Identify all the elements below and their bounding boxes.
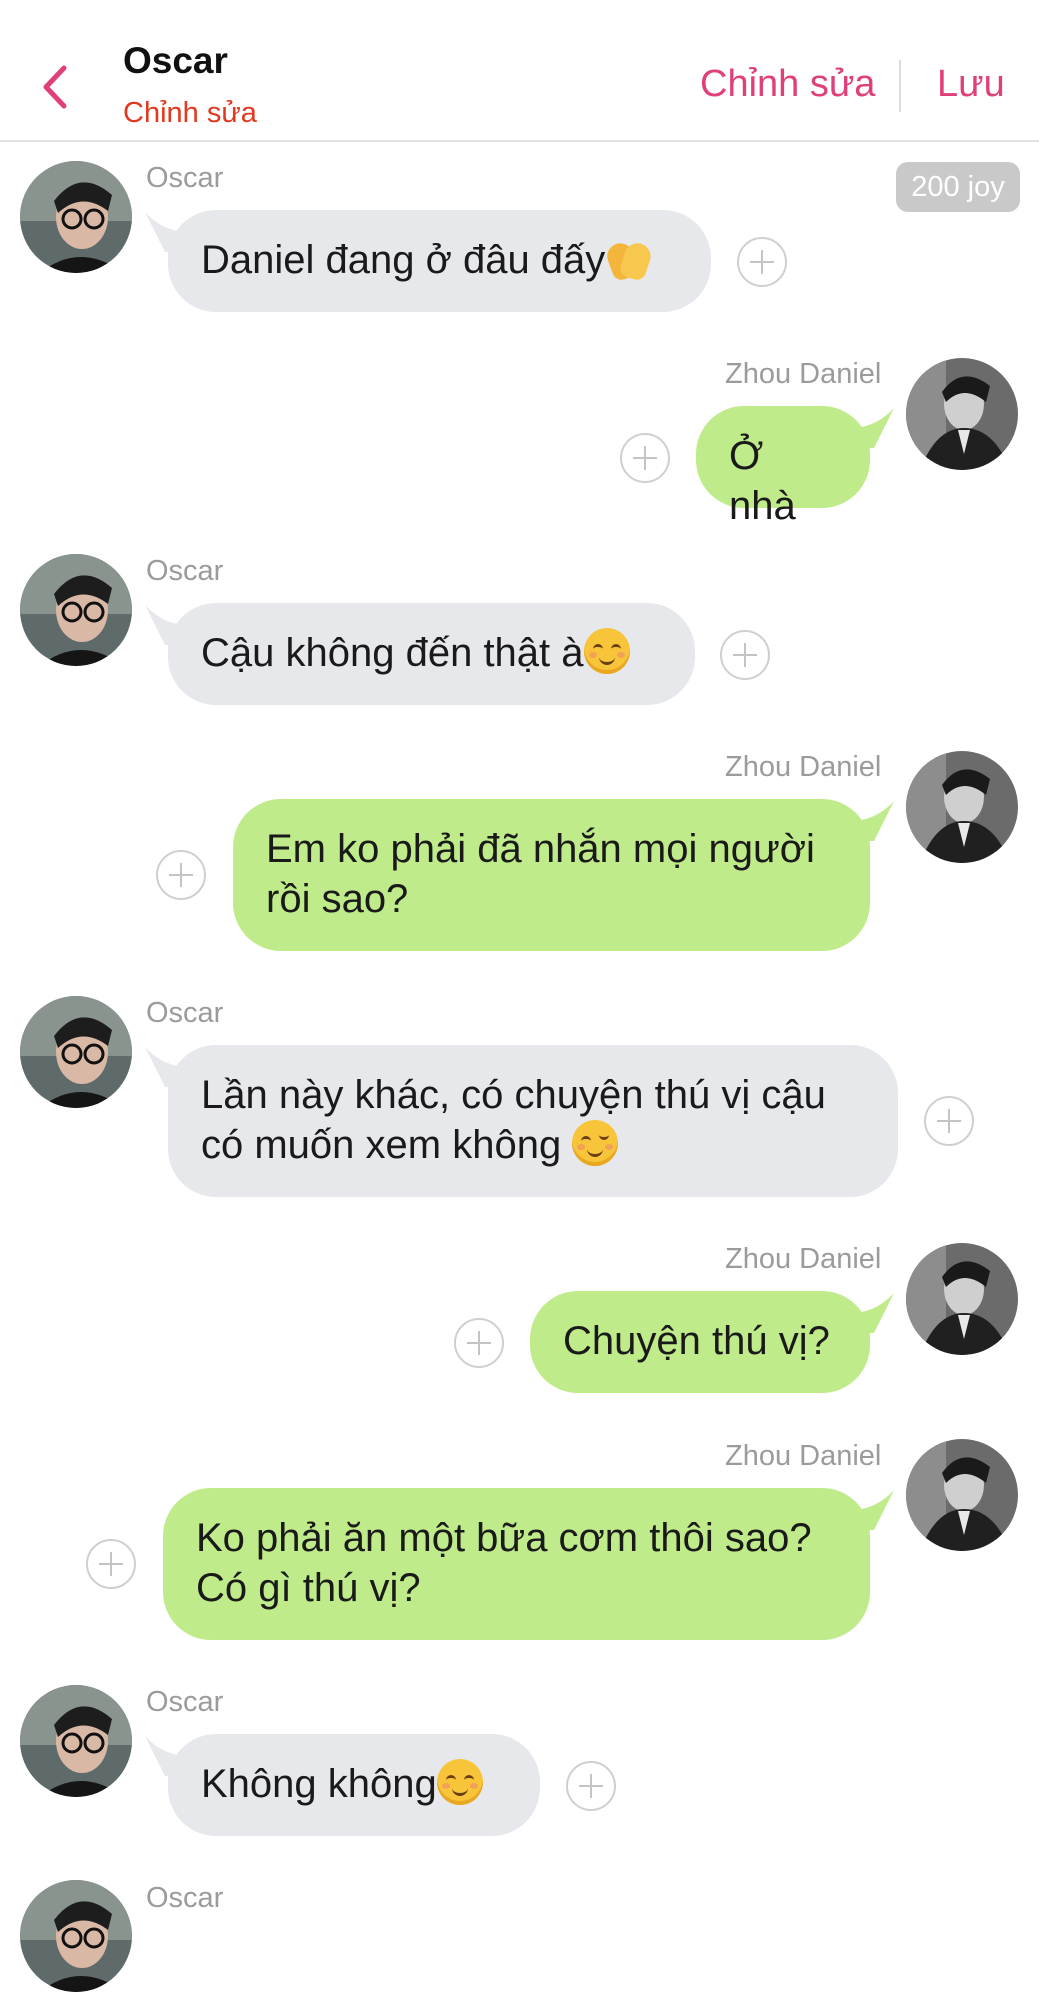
- sender-name: Oscar: [146, 1686, 224, 1718]
- chat-subtitle-edit[interactable]: Chỉnh sửa: [123, 97, 257, 130]
- winking-face-icon: [572, 1120, 619, 1166]
- message-bubble-incoming[interactable]: Daniel đang ở đâu đấy: [168, 210, 711, 312]
- sender-name: Oscar: [146, 162, 224, 194]
- add-reaction-button[interactable]: [86, 1539, 136, 1589]
- avatar-oscar[interactable]: [20, 161, 132, 273]
- message-bubble-outgoing[interactable]: Chuyện thú vị?: [530, 1291, 870, 1393]
- sender-name: Zhou Daniel: [725, 1243, 882, 1275]
- message-bubble-incoming[interactable]: Lần này khác, có chuyện thú vị cậu có mu…: [168, 1045, 898, 1197]
- add-reaction-button[interactable]: [156, 850, 206, 900]
- add-reaction-button[interactable]: [737, 237, 787, 287]
- message-text: Daniel đang ở đâu đấy: [201, 238, 606, 282]
- back-chevron-icon[interactable]: [36, 62, 74, 112]
- avatar-zhou-daniel[interactable]: [906, 1243, 1018, 1355]
- avatar-oscar[interactable]: [20, 1685, 132, 1797]
- message-text: Ở nhà: [729, 434, 796, 528]
- add-reaction-button[interactable]: [566, 1761, 616, 1811]
- avatar-zhou-daniel[interactable]: [906, 1439, 1018, 1551]
- sender-name: Oscar: [146, 997, 224, 1029]
- avatar-oscar[interactable]: [20, 1880, 132, 1992]
- message-bubble-incoming[interactable]: Không không: [168, 1734, 540, 1836]
- avatar-zhou-daniel[interactable]: [906, 751, 1018, 863]
- message-text: Cậu không đến thật à: [201, 631, 584, 675]
- avatar-zhou-daniel[interactable]: [906, 358, 1018, 470]
- message-bubble-outgoing[interactable]: Em ko phải đã nhắn mọi người rồi sao?: [233, 799, 870, 951]
- sender-name: Zhou Daniel: [725, 358, 882, 390]
- avatar-oscar[interactable]: [20, 996, 132, 1108]
- sender-name: Zhou Daniel: [725, 1440, 882, 1472]
- message-bubble-outgoing[interactable]: Ở nhà: [696, 406, 870, 528]
- sender-name: Oscar: [146, 1882, 224, 1914]
- edit-button[interactable]: Chỉnh sửa: [700, 63, 875, 106]
- clapping-hands-icon: [603, 235, 655, 283]
- message-bubble-outgoing[interactable]: Ko phải ăn một bữa cơm thôi sao? Có gì t…: [163, 1488, 870, 1640]
- avatar-oscar[interactable]: [20, 554, 132, 666]
- chat-title: Oscar: [123, 40, 228, 81]
- message-bubble-incoming[interactable]: Cậu không đến thật à: [168, 603, 695, 705]
- message-text: Lần này khác, có chuyện thú vị cậu có mu…: [201, 1073, 826, 1167]
- joy-badge: 200 joy: [896, 162, 1020, 212]
- add-reaction-button[interactable]: [454, 1318, 504, 1368]
- header-divider: [899, 60, 901, 112]
- chat-header: Oscar Chỉnh sửa Chỉnh sửa Lưu: [0, 0, 1039, 142]
- message-text: Em ko phải đã nhắn mọi người rồi sao?: [266, 827, 815, 921]
- sender-name: Oscar: [146, 555, 224, 587]
- sender-name: Zhou Daniel: [725, 751, 882, 783]
- message-text: Không không: [201, 1762, 437, 1806]
- save-button[interactable]: Lưu: [937, 63, 1005, 106]
- add-reaction-button[interactable]: [924, 1096, 974, 1146]
- message-text: Chuyện thú vị?: [563, 1319, 830, 1363]
- relieved-face-icon: [436, 1759, 483, 1805]
- message-text: Ko phải ăn một bữa cơm thôi sao? Có gì t…: [196, 1516, 812, 1610]
- add-reaction-button[interactable]: [720, 630, 770, 680]
- add-reaction-button[interactable]: [620, 433, 670, 483]
- relieved-face-icon: [583, 628, 630, 674]
